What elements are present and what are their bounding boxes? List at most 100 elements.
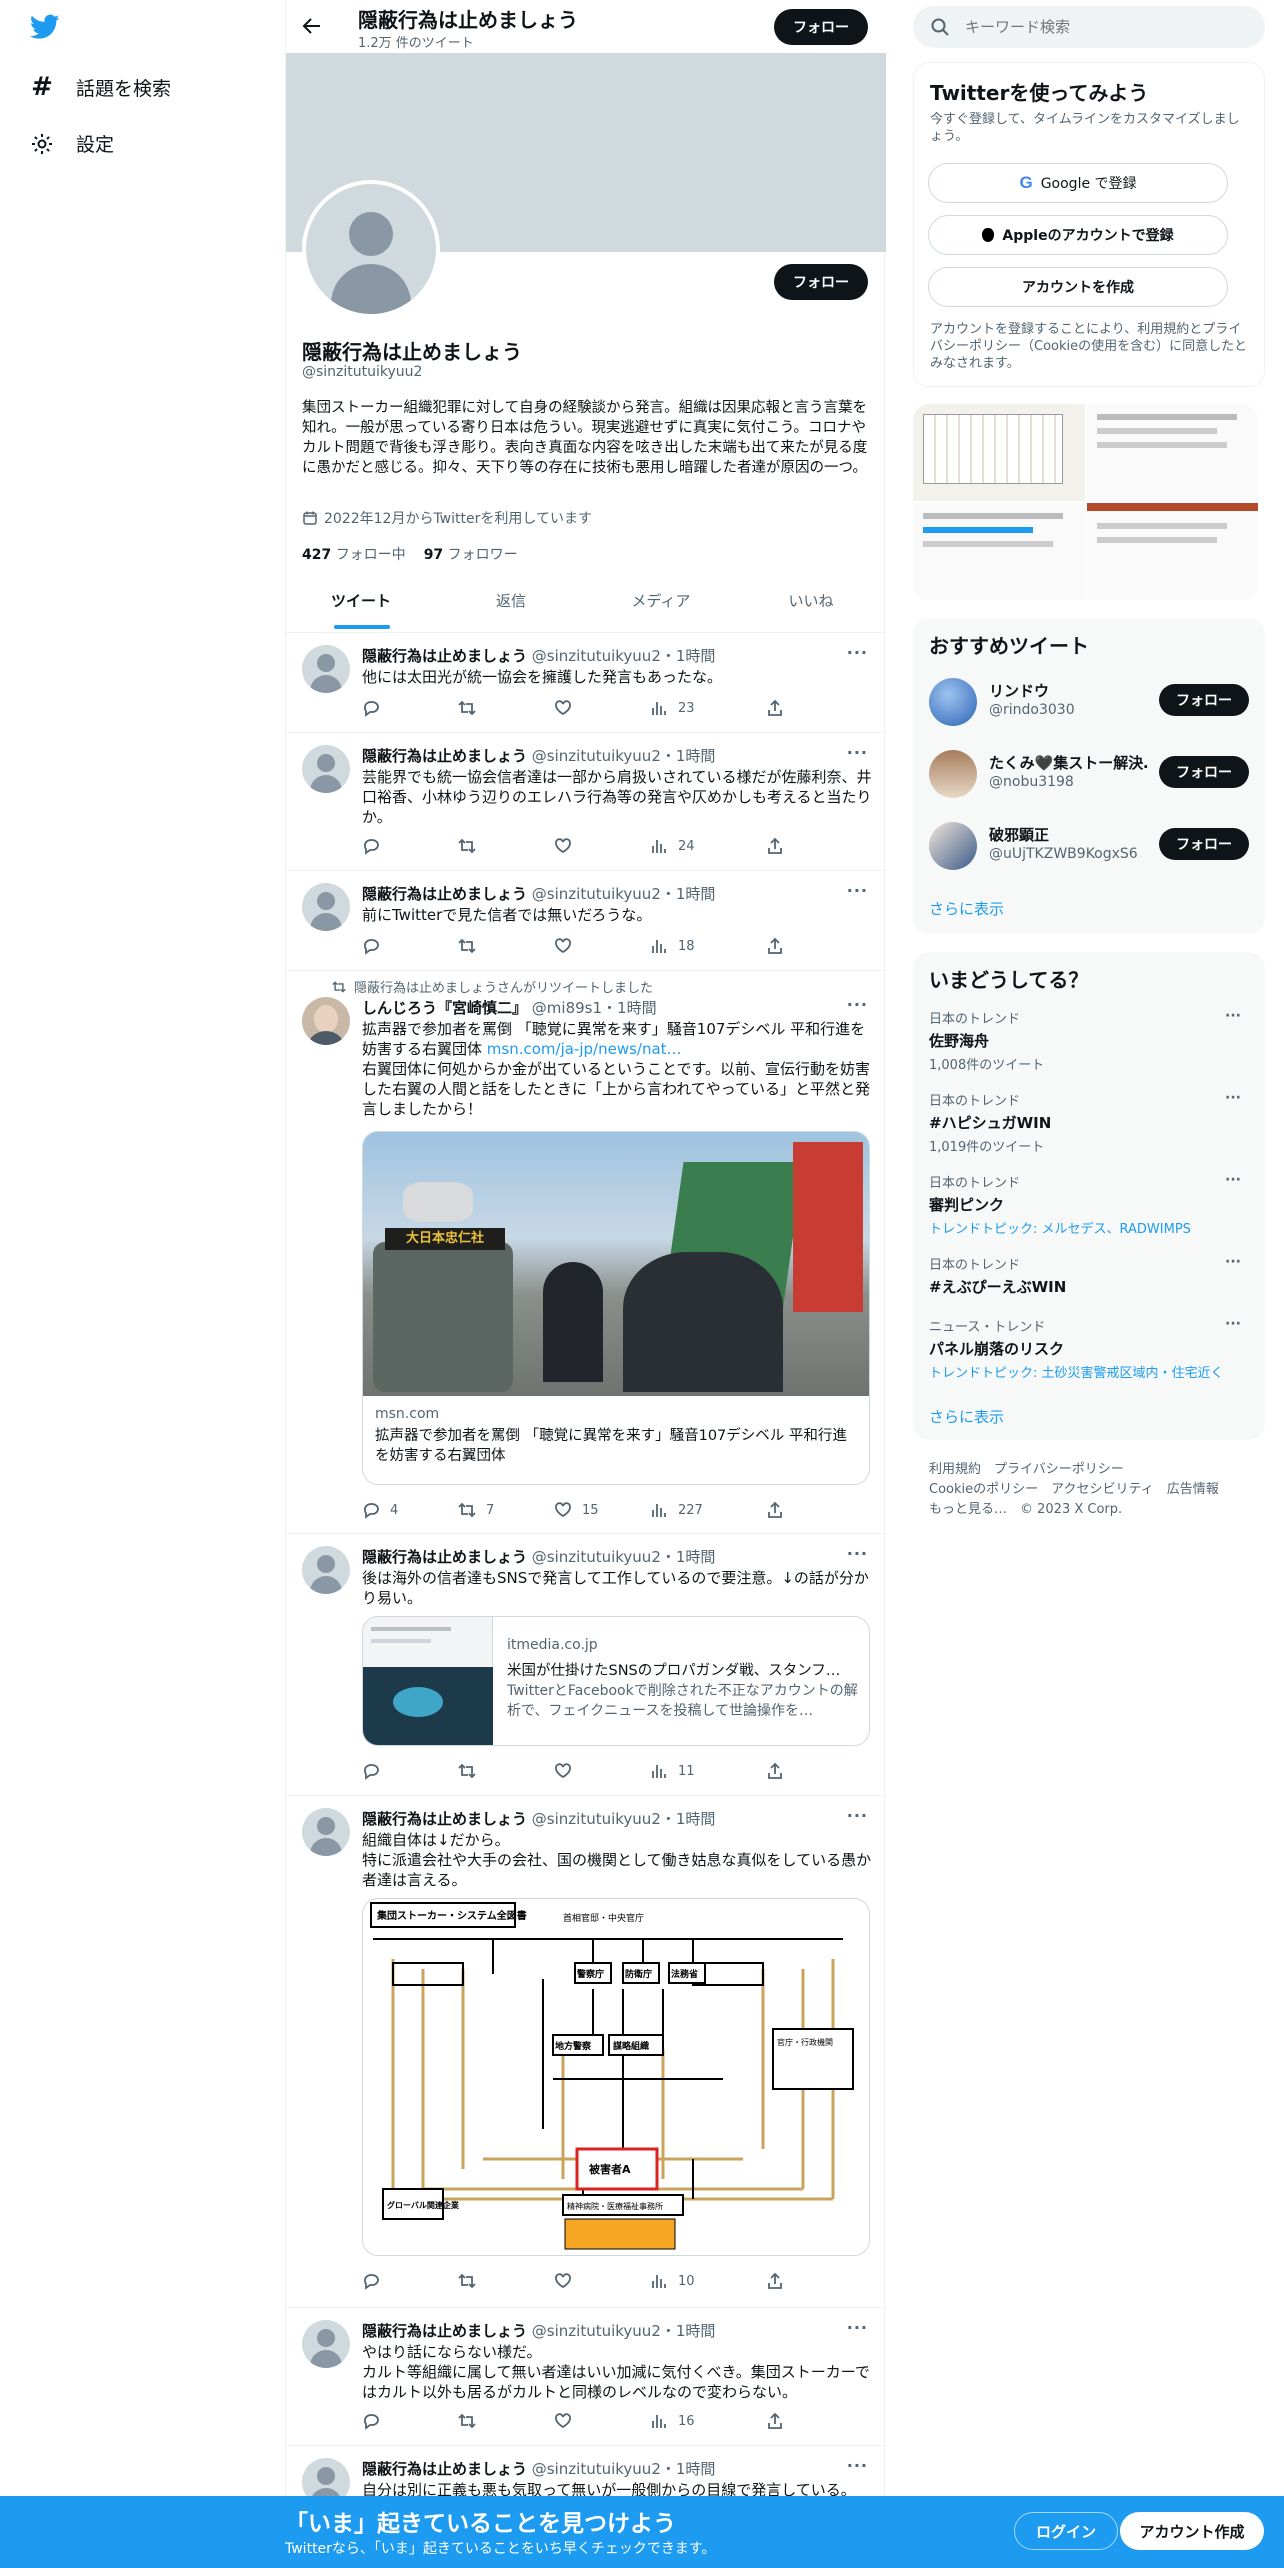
- follow-button[interactable]: フォロー: [1159, 756, 1249, 788]
- views-icon[interactable]: 18: [650, 937, 695, 955]
- trend-item[interactable]: 日本のトレンド 佐野海舟 1,008件のツイート: [929, 1008, 1249, 1073]
- twitter-logo-icon[interactable]: [30, 14, 60, 40]
- trends-show-more[interactable]: さらに表示: [929, 1406, 1004, 1427]
- share-icon[interactable]: [766, 837, 784, 855]
- login-button[interactable]: ログイン: [1014, 2512, 1118, 2550]
- more-icon[interactable]: ···: [1225, 1090, 1241, 1106]
- tweet[interactable]: 隠蔽行為は止めましょう @sinzitutuikyuu2・1時間 ··· 組織自…: [286, 1796, 886, 2308]
- share-icon[interactable]: [766, 1762, 784, 1780]
- share-icon[interactable]: [766, 2272, 784, 2290]
- reply-icon[interactable]: [362, 2272, 380, 2290]
- trend-item[interactable]: 日本のトレンド 審判ピンク トレンドトピック: メルセデス、RADWIMPS: [929, 1172, 1249, 1237]
- like-icon[interactable]: [554, 2412, 572, 2430]
- search-input[interactable]: [965, 18, 1245, 36]
- recommended-show-more[interactable]: さらに表示: [929, 898, 1004, 919]
- nav-settings[interactable]: 設定: [30, 130, 114, 157]
- share-icon[interactable]: [766, 699, 784, 717]
- more-icon[interactable]: ···: [847, 881, 868, 900]
- trend-item[interactable]: 日本のトレンド #ハピシュガWIN 1,019件のツイート: [929, 1090, 1249, 1155]
- tweet[interactable]: 隠蔽行為は止めましょう @sinzitutuikyuu2・1時間 ··· やはり…: [286, 2308, 886, 2446]
- like-icon[interactable]: [554, 937, 572, 955]
- tab-replies[interactable]: 返信: [436, 590, 586, 611]
- more-icon[interactable]: ···: [847, 1806, 868, 1825]
- media-thumb[interactable]: [913, 404, 1085, 501]
- tweet[interactable]: 隠蔽行為は止めましょう @sinzitutuikyuu2・1時間 ··· 前にT…: [286, 871, 886, 971]
- avatar[interactable]: [302, 997, 350, 1045]
- more-icon[interactable]: ···: [847, 1544, 868, 1563]
- more-icon[interactable]: ···: [1225, 1172, 1241, 1188]
- like-icon[interactable]: [554, 1762, 572, 1780]
- link-card[interactable]: itmedia.co.jp 米国が仕掛けたSNSのプロパガンダ戦、スタンフ… T…: [362, 1616, 870, 1746]
- followers-link[interactable]: 97 フォロワー: [424, 544, 518, 564]
- avatar[interactable]: [302, 1546, 350, 1594]
- trend-item[interactable]: 日本のトレンド #えぶぴーえぶWIN: [929, 1254, 1249, 1297]
- follow-button[interactable]: フォロー: [1159, 828, 1249, 860]
- media-thumb[interactable]: [1086, 404, 1258, 501]
- tweet-image[interactable]: 集団ストーカー・システム全図書 首相官邸・中央官庁 警察庁 防衛庁 法務省 地方…: [362, 1898, 870, 2256]
- reply-icon[interactable]: [362, 937, 380, 955]
- retweet-icon[interactable]: [458, 837, 476, 855]
- tab-media[interactable]: メディア: [586, 590, 736, 611]
- media-thumb[interactable]: [1086, 503, 1258, 600]
- recommended-user[interactable]: 破邪顕正 @uUjTKZWB9KogxS6 フォロー: [929, 818, 1249, 874]
- retweet-icon[interactable]: [458, 699, 476, 717]
- avatar[interactable]: [302, 2320, 350, 2368]
- like-icon[interactable]: [554, 837, 572, 855]
- retweet-icon[interactable]: 7: [458, 1501, 494, 1519]
- tab-likes[interactable]: いいね: [736, 590, 886, 611]
- like-icon[interactable]: [554, 2272, 572, 2290]
- retweet-icon[interactable]: [458, 937, 476, 955]
- search-bar[interactable]: [913, 6, 1265, 48]
- more-icon[interactable]: ···: [847, 995, 868, 1014]
- profile-avatar[interactable]: [302, 180, 440, 318]
- recommended-user[interactable]: リンドウ @rindo3030 フォロー: [929, 674, 1249, 730]
- avatar[interactable]: [929, 822, 977, 870]
- media-grid[interactable]: [913, 404, 1258, 600]
- more-icon[interactable]: ···: [847, 643, 868, 662]
- footer-links[interactable]: 利用規約 プライバシーポリシー Cookieのポリシー アクセシビリティ 広告情…: [929, 1460, 1219, 1520]
- profile-follow-button[interactable]: フォロー: [774, 264, 868, 300]
- avatar[interactable]: [929, 750, 977, 798]
- tweet[interactable]: 隠蔽行為は止めましょう @sinzitutuikyuu2・1時間 ··· 他には…: [286, 633, 886, 733]
- views-icon[interactable]: 10: [650, 2272, 695, 2290]
- follow-button[interactable]: フォロー: [1159, 684, 1249, 716]
- tweet[interactable]: 隠蔽行為は止めましょう @sinzitutuikyuu2・1時間 ··· 後は海…: [286, 1534, 886, 1796]
- retweet-icon[interactable]: [458, 1762, 476, 1780]
- tweet-link[interactable]: msn.com/ja-jp/news/nat…: [487, 1040, 682, 1058]
- tab-tweets[interactable]: ツイート: [286, 590, 436, 611]
- recommended-user[interactable]: たくみ🖤集ストー解決… @nobu3198 フォロー: [929, 746, 1249, 802]
- apple-signup-button[interactable]: Appleのアカウントで登録: [928, 215, 1228, 255]
- tweet[interactable]: 隠蔽行為は止めましょうさんがリツイートしました しんじろう『宮崎慎二』 @mi8…: [286, 971, 886, 1534]
- tweet[interactable]: 隠蔽行為は止めましょう @sinzitutuikyuu2・1時間 ··· 芸能界…: [286, 733, 886, 871]
- following-link[interactable]: 427 フォロー中: [302, 544, 406, 564]
- more-icon[interactable]: ···: [847, 2318, 868, 2337]
- avatar[interactable]: [302, 1808, 350, 1856]
- views-icon[interactable]: 11: [650, 1762, 695, 1780]
- views-icon[interactable]: 16: [650, 2412, 695, 2430]
- media-thumb[interactable]: [913, 503, 1085, 600]
- avatar[interactable]: [302, 645, 350, 693]
- views-icon[interactable]: 23: [650, 699, 695, 717]
- like-icon[interactable]: 15: [554, 1501, 599, 1519]
- more-icon[interactable]: ···: [847, 2456, 868, 2475]
- share-icon[interactable]: [766, 2412, 784, 2430]
- trend-item[interactable]: ニュース・トレンド パネル崩落のリスク トレンドトピック: 土砂災害警戒区域内・住宅…: [929, 1316, 1249, 1381]
- reply-icon[interactable]: 4: [362, 1501, 398, 1519]
- link-card[interactable]: 大日本忠仁社 msn.com 拡声器で参加者を罵倒 「聴覚に異常を来す」騒音10…: [362, 1131, 870, 1485]
- header-follow-button[interactable]: フォロー: [774, 9, 868, 45]
- more-icon[interactable]: ···: [1225, 1008, 1241, 1024]
- google-signup-button[interactable]: G Google で登録: [928, 163, 1228, 203]
- views-icon[interactable]: 227: [650, 1501, 703, 1519]
- retweet-icon[interactable]: [458, 2412, 476, 2430]
- more-icon[interactable]: ···: [1225, 1254, 1241, 1270]
- reply-icon[interactable]: [362, 2412, 380, 2430]
- more-icon[interactable]: ···: [847, 743, 868, 762]
- views-icon[interactable]: 24: [650, 837, 695, 855]
- back-arrow-icon[interactable]: [302, 16, 322, 36]
- retweet-icon[interactable]: [458, 2272, 476, 2290]
- avatar[interactable]: [302, 883, 350, 931]
- more-icon[interactable]: ···: [1225, 1316, 1241, 1332]
- avatar[interactable]: [302, 745, 350, 793]
- share-icon[interactable]: [766, 1501, 784, 1519]
- avatar[interactable]: [929, 678, 977, 726]
